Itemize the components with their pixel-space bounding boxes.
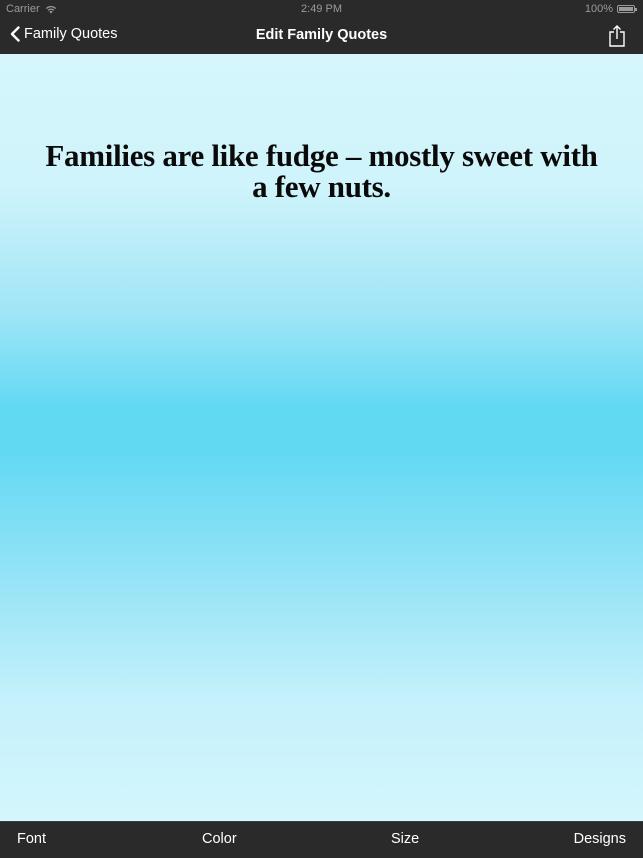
status-bar: Carrier 2:49 PM 100% — [0, 0, 643, 18]
screen: Carrier 2:49 PM 100% Family Quotes Edit … — [0, 0, 643, 858]
chevron-left-icon — [10, 26, 20, 42]
back-button-label: Family Quotes — [24, 26, 118, 42]
share-icon[interactable] — [607, 24, 627, 48]
designs-button[interactable]: Designs — [574, 831, 626, 847]
quote-canvas[interactable]: Families are like fudge – mostly sweet w… — [0, 54, 643, 821]
font-button[interactable]: Font — [17, 831, 46, 847]
back-button[interactable]: Family Quotes — [10, 26, 117, 42]
battery-percent: 100% — [584, 3, 613, 15]
battery-icon — [617, 5, 637, 13]
status-time: 2:49 PM — [301, 3, 342, 15]
navigation-bar: Family Quotes Edit Family Quotes — [0, 18, 643, 54]
color-button[interactable]: Color — [202, 831, 237, 847]
battery-group: 100% — [584, 3, 637, 15]
size-button[interactable]: Size — [391, 831, 419, 847]
battery-fill — [619, 7, 633, 11]
quote-text[interactable]: Families are like fudge – mostly sweet w… — [40, 140, 603, 202]
bottom-toolbar: Font Color Size Designs — [0, 821, 643, 858]
